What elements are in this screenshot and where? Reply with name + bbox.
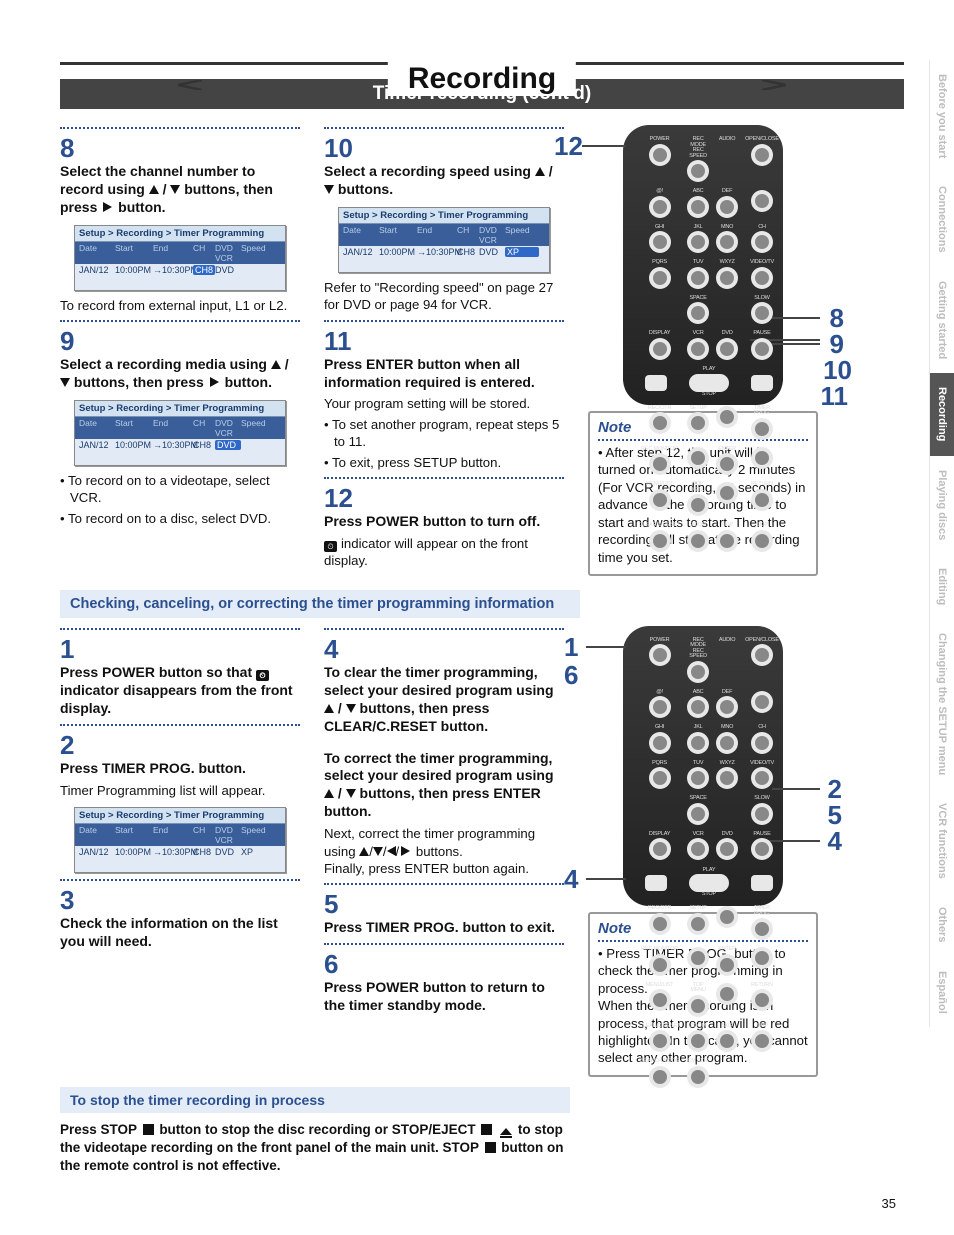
step-8-number: 8 (60, 135, 300, 161)
step-10-number: 10 (324, 135, 564, 161)
callout-11: 11 (821, 383, 849, 409)
step-11-number: 11 (324, 328, 564, 354)
step-12-title: Press POWER button to turn off. (324, 513, 564, 531)
step-11-bullet-2: • To exit, press SETUP button. (324, 454, 564, 471)
osd-step-9: Setup > Recording > Timer Programming Da… (74, 400, 286, 466)
check-step-5-number: 5 (324, 891, 564, 917)
side-tabs: Before you start Connections Getting sta… (929, 60, 954, 1027)
callout-10: 10 (823, 357, 852, 383)
remote-illustration: POWER REC MODE REC SPEED AUDIO OPEN/CLOS… (623, 125, 783, 405)
check-step-4-p3: Next, correct the timer programming usin… (324, 825, 564, 860)
check-step-3-title: Check the information on the list you wi… (60, 915, 300, 951)
callout-9: 9 (830, 331, 844, 357)
callout-c4l: 4 (564, 866, 578, 892)
timer-icon: ⏲ (256, 670, 269, 681)
step-8-note: To record from external input, L1 or L2. (60, 297, 300, 314)
page-number: 35 (882, 1196, 896, 1211)
step-12-after: ⏲indicator will appear on the front disp… (324, 535, 564, 570)
check-step-4-p1: To clear the timer programming, select y… (324, 664, 564, 736)
step-10-title: Select a recording speed using / buttons… (324, 163, 564, 199)
step-9-bullet-2: • To record on to a disc, select DVD. (60, 510, 300, 527)
step-10-note: Refer to "Recording speed" on page 27 fo… (324, 279, 564, 314)
check-step-1-number: 1 (60, 636, 300, 662)
tab-others: Others (929, 893, 954, 956)
page-title: Recording (388, 62, 576, 96)
step-9-number: 9 (60, 328, 300, 354)
tab-espanol: Español (929, 957, 954, 1028)
osd-step-8: Setup > Recording > Timer Programming Da… (74, 225, 286, 291)
callout-c1: 1 (564, 634, 578, 660)
check-step-4-p2: To correct the timer programming, select… (324, 750, 564, 822)
eject-icon (500, 1128, 512, 1139)
stop-icon (485, 1142, 496, 1153)
step-9-title: Select a recording media using / buttons… (60, 356, 300, 392)
tab-recording: Recording (929, 373, 954, 455)
step-8-title: Select the channel number to record usin… (60, 163, 300, 217)
callout-c5: 5 (828, 802, 842, 828)
section-stop: To stop the timer recording in process (60, 1087, 570, 1113)
osd-check-2: Setup > Recording > Timer Programming Da… (74, 807, 286, 873)
check-step-2-after: Timer Programming list will appear. (60, 782, 300, 799)
step-9-bullet-1: • To record on to a videotape, select VC… (60, 472, 300, 507)
remote-upper: 12 8 9 10 11 POWER REC MODE REC SPEED AU… (588, 125, 818, 405)
callout-c6: 6 (564, 662, 578, 688)
callout-c2: 2 (828, 776, 842, 802)
check-step-5-title: Press TIMER PROG. button to exit. (324, 919, 564, 937)
tab-connections: Connections (929, 172, 954, 267)
step-11-title: Press ENTER button when all information … (324, 356, 564, 392)
step-11-bullet-1: • To set another program, repeat steps 5… (324, 416, 564, 451)
check-step-6-number: 6 (324, 951, 564, 977)
check-step-3-number: 3 (60, 887, 300, 913)
check-step-4-number: 4 (324, 636, 564, 662)
check-step-2-title: Press TIMER PROG. button. (60, 760, 300, 778)
stop-icon (143, 1124, 154, 1135)
callout-8: 8 (830, 305, 844, 331)
tab-vcr-functions: VCR functions (929, 789, 954, 893)
check-step-2-number: 2 (60, 732, 300, 758)
osd-step-10: Setup > Recording > Timer Programming Da… (338, 207, 550, 273)
remote-lower: 1 6 2 5 4 4 POWER REC MODE REC SPEED AUD… (588, 626, 818, 906)
chevron-left-icon (178, 80, 202, 90)
check-step-4-p5: Finally, press ENTER button again. (324, 860, 564, 877)
step-11-after: Your program setting will be stored. (324, 395, 564, 412)
remote-illustration-2: POWER REC MODE REC SPEED AUDIO OPEN/CLOS… (623, 626, 783, 906)
timer-icon: ⏲ (324, 541, 337, 552)
callout-c4r: 4 (828, 828, 842, 854)
tab-playing-discs: Playing discs (929, 456, 954, 554)
tab-getting-started: Getting started (929, 267, 954, 373)
section-checking: Checking, canceling, or correcting the t… (60, 590, 580, 618)
check-step-6-title: Press POWER button to return to the time… (324, 979, 564, 1015)
stop-text: Press STOP button to stop the disc recor… (60, 1121, 570, 1176)
check-step-1-title: Press POWER button so that ⏲ indicator d… (60, 664, 300, 718)
tab-before-you-start: Before you start (929, 60, 954, 172)
tab-setup-menu: Changing the SETUP menu (929, 619, 954, 789)
stop-icon (481, 1124, 492, 1135)
callout-12: 12 (554, 133, 583, 159)
chevron-right-icon (762, 80, 786, 90)
page-header: Recording Timer recording (cont'd) (60, 62, 904, 109)
step-12-number: 12 (324, 485, 564, 511)
tab-editing: Editing (929, 554, 954, 619)
